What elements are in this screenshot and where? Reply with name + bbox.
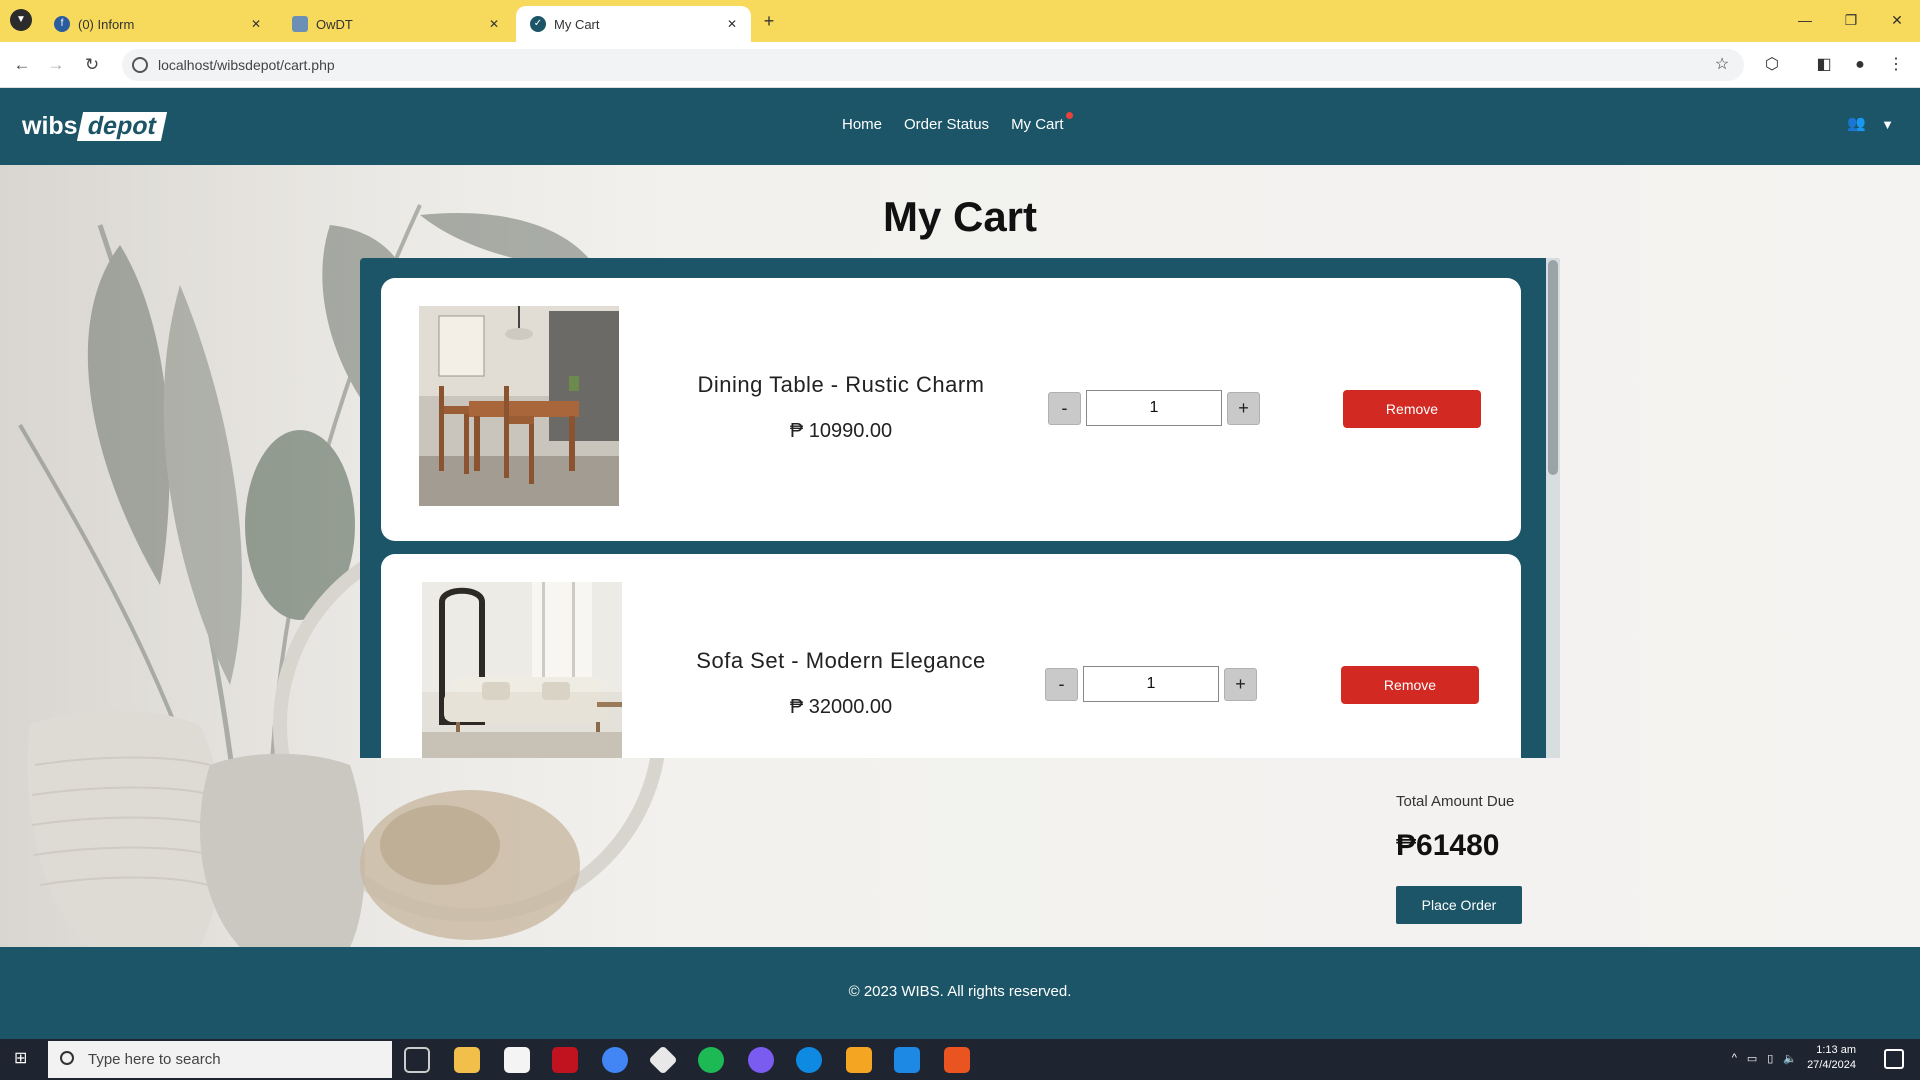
volume-icon[interactable]: 🔈 <box>1783 1052 1797 1065</box>
user-icon: 👥 <box>1847 115 1866 132</box>
decrement-button[interactable]: - <box>1048 391 1081 425</box>
url-field[interactable]: localhost/wibsdepot/cart.php <box>122 49 1744 81</box>
notifications-icon[interactable] <box>1884 1049 1904 1069</box>
new-tab-icon[interactable]: + <box>758 10 780 32</box>
browser-menu-icon[interactable]: ⋮ <box>1884 53 1908 77</box>
profile-avatar-icon[interactable]: ● <box>1848 53 1872 77</box>
extensions-icon[interactable]: ⬡ <box>1760 53 1784 77</box>
forward-icon[interactable]: → <box>44 53 68 77</box>
cart-item: Sofa Set - Modern Elegance ₱ 32000.00 - … <box>381 554 1521 758</box>
product-image-sofa-set <box>422 582 622 758</box>
decrement-button[interactable]: - <box>1045 667 1078 701</box>
maximize-icon[interactable]: ❐ <box>1836 8 1866 32</box>
sidebar-icon[interactable]: ◧ <box>1812 53 1836 77</box>
browser-tab-active[interactable]: ✓ My Cart ✕ <box>516 6 751 42</box>
remove-button[interactable]: Remove <box>1343 390 1481 428</box>
reload-icon[interactable]: ↻ <box>80 53 104 77</box>
product-image-dining-table <box>419 306 619 506</box>
clock-time: 1:13 am <box>1816 1044 1856 1056</box>
tab-title: OwDT <box>316 16 353 32</box>
quantity-input[interactable]: 1 <box>1086 390 1222 426</box>
file-explorer-icon[interactable] <box>454 1047 480 1073</box>
taskbar-search-input[interactable]: Type here to search <box>48 1041 392 1078</box>
cart-item: Dining Table - Rustic Charm ₱ 10990.00 -… <box>381 278 1521 541</box>
quantity-stepper: - 1 + <box>1045 666 1257 702</box>
tab-favicon-icon <box>292 16 308 32</box>
page-title: My Cart <box>882 193 1038 240</box>
quantity-input[interactable]: 1 <box>1083 666 1219 702</box>
tab-title: My Cart <box>554 16 600 32</box>
logo-text-wibs: wibs <box>22 111 78 140</box>
product-name: Dining Table - Rustic Charm <box>697 372 985 397</box>
bookmark-star-icon[interactable]: ☆ <box>1710 53 1734 77</box>
tab-favicon-icon: ✓ <box>530 16 546 32</box>
tab-title: (0) Inform <box>78 16 135 32</box>
chrome-icon[interactable] <box>602 1047 628 1073</box>
main-content: My Cart Dining Table - Rustic Charm ₱ 10… <box>0 165 1920 947</box>
taskbar-search-placeholder: Type here to search <box>88 1051 221 1068</box>
spotify-icon[interactable] <box>698 1047 724 1073</box>
battery-icon[interactable]: ▯ <box>1767 1052 1773 1065</box>
clock[interactable]: 1:13 am 27/4/2024 <box>1807 1043 1856 1073</box>
cart-notification-dot <box>1065 112 1073 119</box>
product-price: ₱ 32000.00 <box>789 696 893 718</box>
close-window-icon[interactable]: ✕ <box>1882 8 1912 32</box>
copyright-text: © 2023 WIBS. All rights reserved. <box>848 983 1072 1000</box>
sublime-icon[interactable] <box>846 1047 872 1073</box>
tab-close-icon[interactable]: ✕ <box>489 17 499 31</box>
windows-start-icon[interactable]: ⊞ <box>14 1049 34 1069</box>
nav-home-link[interactable]: Home <box>842 116 882 133</box>
app-icon[interactable] <box>552 1047 578 1073</box>
cart-scrollbar[interactable] <box>1546 258 1560 758</box>
total-amount-value: ₱61480 <box>1396 829 1500 862</box>
store-icon[interactable] <box>504 1047 530 1073</box>
tray-chevron-icon[interactable]: ^ <box>1732 1052 1737 1064</box>
nav-order-status-link[interactable]: Order Status <box>904 116 989 133</box>
site-logo[interactable]: wibs depot <box>22 108 176 144</box>
tab-close-icon[interactable]: ✕ <box>251 17 261 31</box>
clock-date: 27/4/2024 <box>1807 1059 1856 1071</box>
tab-favicon-icon: f <box>54 16 70 32</box>
chevron-down-icon: ▼ <box>1881 116 1894 132</box>
remove-button[interactable]: Remove <box>1341 666 1479 704</box>
site-header: wibs depot Home Order Status My Cart 👥 ▼ <box>0 88 1920 165</box>
quantity-stepper: - 1 + <box>1048 390 1260 426</box>
os-taskbar: ⊞ Type here to search ^ ▭ ▯ 🔈 1:13 am 27… <box>0 1039 1920 1080</box>
network-icon[interactable]: ▭ <box>1747 1052 1757 1065</box>
nav-my-cart-link[interactable]: My Cart <box>1011 112 1073 133</box>
product-price: ₱ 10990.00 <box>789 420 893 442</box>
tab-search-icon[interactable]: ▼ <box>10 9 32 31</box>
scrollbar-thumb[interactable] <box>1548 260 1558 475</box>
app-icon[interactable] <box>648 1045 678 1075</box>
edge-icon[interactable] <box>796 1047 822 1073</box>
increment-button[interactable]: + <box>1227 391 1260 425</box>
nav-my-cart-label: My Cart <box>1011 116 1064 133</box>
logo-text-depot: depot <box>76 111 167 141</box>
product-name: Sofa Set - Modern Elegance <box>696 648 986 673</box>
url-text: localhost/wibsdepot/cart.php <box>158 57 335 73</box>
back-icon[interactable]: ← <box>10 53 34 77</box>
search-icon <box>60 1051 74 1065</box>
system-tray: ^ ▭ ▯ 🔈 1:13 am 27/4/2024 <box>1732 1043 1856 1073</box>
minimize-icon[interactable]: — <box>1790 8 1820 32</box>
app-icon[interactable] <box>944 1047 970 1073</box>
increment-button[interactable]: + <box>1224 667 1257 701</box>
browser-tab[interactable]: OwDT ✕ <box>278 6 513 42</box>
browser-tab[interactable]: f (0) Inform ✕ <box>40 6 275 42</box>
user-menu[interactable]: 👥 ▼ <box>1847 116 1894 132</box>
tab-close-icon[interactable]: ✕ <box>727 17 737 31</box>
total-amount-label: Total Amount Due <box>1396 793 1515 810</box>
task-view-icon[interactable] <box>404 1047 430 1073</box>
browser-address-bar: ← → ↻ localhost/wibsdepot/cart.php ☆ ⬡ ◧… <box>0 42 1920 88</box>
place-order-button[interactable]: Place Order <box>1396 886 1522 924</box>
site-info-icon[interactable] <box>132 57 148 73</box>
main-nav: Home Order Status My Cart <box>842 112 1073 133</box>
site-footer: © 2023 WIBS. All rights reserved. <box>0 947 1920 1039</box>
app-icon[interactable] <box>748 1047 774 1073</box>
browser-tab-bar: ▼ f (0) Inform ✕ OwDT ✕ ✓ My Cart ✕ + — … <box>0 0 1920 42</box>
cart-items-panel: Dining Table - Rustic Charm ₱ 10990.00 -… <box>360 258 1560 758</box>
vscode-icon[interactable] <box>894 1047 920 1073</box>
